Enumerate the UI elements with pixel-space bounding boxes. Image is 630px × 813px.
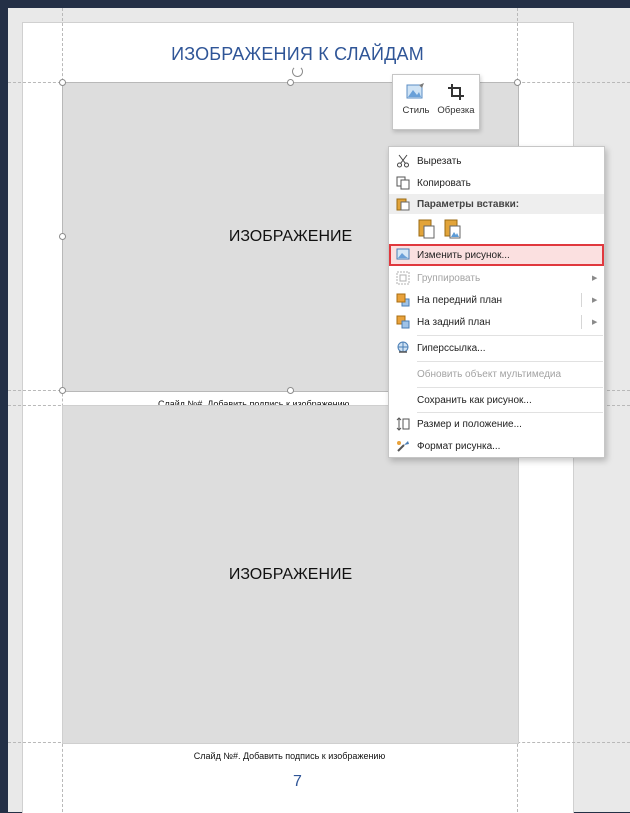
menu-item-label: Изменить рисунок... bbox=[417, 249, 510, 261]
menu-item-cut[interactable]: Вырезать bbox=[389, 150, 604, 172]
menu-item-label: Сохранить как рисунок... bbox=[417, 394, 532, 406]
rotate-handle-icon[interactable] bbox=[292, 66, 303, 77]
menu-item-bring-to-front[interactable]: На передний план ▶ bbox=[389, 289, 604, 311]
image-caption: Слайд №#. Добавить подпись к изображению bbox=[193, 751, 386, 761]
crop-icon bbox=[435, 79, 477, 105]
menu-item-label: Группировать bbox=[417, 272, 481, 284]
menu-item-group: Группировать ▶ bbox=[389, 267, 604, 289]
menu-item-label: На задний план bbox=[417, 316, 491, 328]
page-title: ИЗОБРАЖЕНИЯ К СЛАЙДАМ bbox=[171, 44, 424, 64]
menu-item-hyperlink[interactable]: Гиперссылка... bbox=[389, 337, 604, 359]
menu-separator bbox=[417, 335, 603, 336]
resize-handle[interactable] bbox=[59, 233, 66, 240]
split-divider bbox=[581, 315, 582, 329]
submenu-arrow-icon: ▶ bbox=[592, 275, 598, 282]
menu-separator bbox=[417, 361, 603, 362]
group-icon bbox=[389, 271, 417, 285]
submenu-arrow-icon: ▶ bbox=[592, 297, 598, 304]
bring-to-front-icon bbox=[389, 293, 417, 307]
resize-handle[interactable] bbox=[59, 79, 66, 86]
menu-item-copy[interactable]: Копировать bbox=[389, 172, 604, 194]
format-picture-icon bbox=[389, 439, 417, 453]
menu-separator bbox=[417, 387, 603, 388]
resize-handle[interactable] bbox=[287, 387, 294, 394]
menu-item-size-position[interactable]: Размер и положение... bbox=[389, 413, 604, 435]
change-picture-icon bbox=[389, 248, 417, 262]
menu-item-label: Копировать bbox=[417, 177, 471, 189]
resize-handle[interactable] bbox=[59, 387, 66, 394]
paste-options-header: Параметры вставки: bbox=[389, 194, 604, 214]
paste-picture-icon[interactable] bbox=[443, 217, 463, 242]
menu-item-update-media: Обновить объект мультимедиа bbox=[389, 363, 604, 385]
menu-item-label: Обновить объект мультимедиа bbox=[417, 368, 562, 380]
size-position-icon bbox=[389, 417, 417, 431]
send-to-back-icon bbox=[389, 315, 417, 329]
picture-style-icon bbox=[395, 79, 437, 105]
submenu-arrow-icon: ▶ bbox=[592, 319, 598, 326]
image-placeholder-label: ИЗОБРАЖЕНИЕ bbox=[228, 565, 353, 583]
hyperlink-icon bbox=[389, 341, 417, 355]
paste-keep-format-icon[interactable] bbox=[417, 217, 437, 242]
crop-button-label: Обрезка bbox=[437, 105, 475, 116]
menu-item-format-picture[interactable]: Формат рисунка... bbox=[389, 435, 604, 457]
style-button-label: Стиль bbox=[402, 105, 430, 116]
menu-item-label: Гиперссылка... bbox=[417, 342, 486, 354]
paste-icon bbox=[389, 197, 417, 211]
menu-item-save-as-picture[interactable]: Сохранить как рисунок... bbox=[389, 389, 604, 411]
paste-options-label: Параметры вставки: bbox=[417, 198, 520, 210]
menu-item-label: На передний план bbox=[417, 294, 503, 306]
resize-handle[interactable] bbox=[287, 79, 294, 86]
menu-item-label: Формат рисунка... bbox=[417, 440, 501, 452]
menu-item-label: Вырезать bbox=[417, 155, 462, 167]
mini-toolbar: Стиль Обрезка bbox=[392, 74, 480, 130]
menu-item-change-picture[interactable]: Изменить рисунок... bbox=[389, 244, 604, 266]
copy-icon bbox=[389, 176, 417, 190]
split-divider bbox=[581, 293, 582, 307]
resize-handle[interactable] bbox=[514, 79, 521, 86]
page-number: 7 bbox=[293, 773, 302, 790]
menu-item-label: Размер и положение... bbox=[417, 418, 522, 430]
menu-item-send-to-back[interactable]: На задний план ▶ bbox=[389, 311, 604, 333]
paste-options-row bbox=[417, 217, 477, 241]
style-button[interactable]: Стиль bbox=[395, 79, 437, 125]
context-menu: Вырезать Копировать Параметры вставки: И… bbox=[388, 146, 605, 458]
crop-button[interactable]: Обрезка bbox=[435, 79, 477, 125]
scissors-icon bbox=[389, 154, 417, 168]
